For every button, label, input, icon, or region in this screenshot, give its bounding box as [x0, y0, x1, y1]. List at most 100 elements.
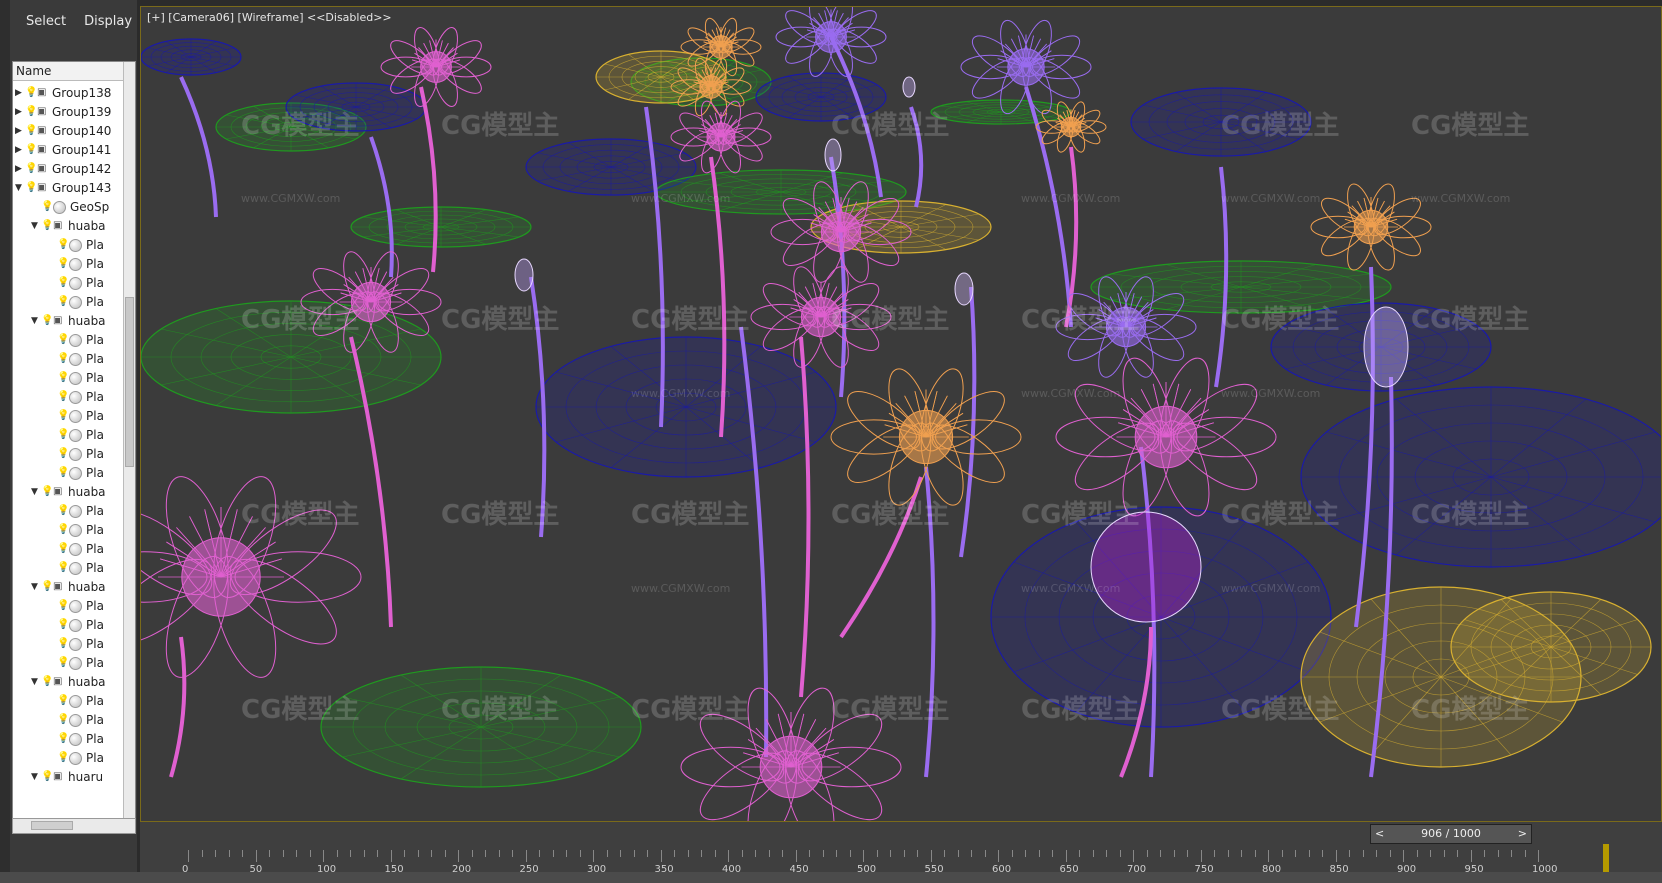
visibility-bulb-icon[interactable]: 💡 — [57, 277, 69, 289]
current-frame-marker[interactable] — [1603, 844, 1609, 872]
tree-row[interactable]: 💡 Pla — [47, 539, 104, 559]
tree-row[interactable]: 💡 Pla — [47, 444, 104, 464]
expand-right-icon[interactable]: ▶ — [15, 107, 25, 117]
visibility-bulb-icon[interactable]: 💡 — [57, 752, 69, 764]
expand-right-icon[interactable]: ▶ — [15, 126, 25, 136]
expand-down-icon[interactable]: ▼ — [31, 316, 41, 326]
column-header-name[interactable]: Name — [13, 62, 135, 81]
visibility-bulb-icon[interactable]: 💡 — [25, 182, 37, 194]
ruler-tick — [309, 850, 311, 857]
visibility-bulb-icon[interactable]: 💡 — [57, 410, 69, 422]
visibility-bulb-icon[interactable]: 💡 — [57, 562, 69, 574]
tree-row[interactable]: 💡 Pla — [47, 292, 104, 312]
expand-down-icon[interactable]: ▼ — [31, 582, 41, 592]
camera-viewport[interactable]: [+] [Camera06] [Wireframe] <<Disabled>> … — [140, 6, 1662, 822]
tree-row[interactable]: ▶ 💡 ▣ Group141 — [15, 140, 111, 160]
tree-row[interactable]: 💡 GeoSp — [31, 197, 109, 217]
visibility-bulb-icon[interactable]: 💡 — [25, 144, 37, 156]
expand-right-icon[interactable]: ▶ — [15, 145, 25, 155]
next-frame-button[interactable]: > — [1518, 825, 1527, 843]
tree-row[interactable]: 💡 Pla — [47, 520, 104, 540]
tree-row[interactable]: 💡 Pla — [47, 653, 104, 673]
expand-down-icon[interactable]: ▼ — [31, 487, 41, 497]
tree-row[interactable]: 💡 Pla — [47, 634, 104, 654]
expand-down-icon[interactable]: ▼ — [31, 677, 41, 687]
tree-row[interactable]: 💡 Pla — [47, 558, 104, 578]
visibility-bulb-icon[interactable]: 💡 — [25, 106, 37, 118]
display-menu[interactable]: Display — [84, 8, 132, 38]
expand-down-icon[interactable]: ▼ — [31, 772, 41, 782]
prev-frame-button[interactable]: < — [1375, 825, 1384, 843]
hscroll-thumb[interactable] — [31, 821, 73, 830]
expand-right-icon[interactable]: ▶ — [15, 164, 25, 174]
visibility-bulb-icon[interactable]: 💡 — [41, 315, 53, 327]
tree-row[interactable]: 💡 Pla — [47, 254, 104, 274]
visibility-bulb-icon[interactable]: 💡 — [57, 239, 69, 251]
tree-row[interactable]: 💡 Pla — [47, 330, 104, 350]
visibility-bulb-icon[interactable]: 💡 — [57, 505, 69, 517]
tree-row[interactable]: ▼ 💡 ▣ huaba — [31, 482, 106, 502]
visibility-bulb-icon[interactable]: 💡 — [41, 201, 53, 213]
time-slider[interactable]: < 906 / 1000 > — [1370, 824, 1532, 844]
tree-row[interactable]: ▶ 💡 ▣ Group140 — [15, 121, 111, 141]
visibility-bulb-icon[interactable]: 💡 — [41, 771, 53, 783]
tree-row[interactable]: 💡 Pla — [47, 710, 104, 730]
visibility-bulb-icon[interactable]: 💡 — [57, 714, 69, 726]
tree-row[interactable]: 💡 Pla — [47, 463, 104, 483]
visibility-bulb-icon[interactable]: 💡 — [57, 695, 69, 707]
visibility-bulb-icon[interactable]: 💡 — [57, 733, 69, 745]
tree-row[interactable]: 💡 Pla — [47, 273, 104, 293]
visibility-bulb-icon[interactable]: 💡 — [57, 391, 69, 403]
tree-row[interactable]: 💡 Pla — [47, 748, 104, 768]
select-menu[interactable]: Select — [26, 8, 66, 38]
expand-right-icon[interactable]: ▶ — [15, 88, 25, 98]
tree-row[interactable]: 💡 Pla — [47, 691, 104, 711]
tree-row[interactable]: 💡 Pla — [47, 235, 104, 255]
tree-row[interactable]: ▶ 💡 ▣ Group138 — [15, 83, 111, 103]
expand-down-icon[interactable]: ▼ — [31, 221, 41, 231]
visibility-bulb-icon[interactable]: 💡 — [57, 657, 69, 669]
tree-row[interactable]: 💡 Pla — [47, 425, 104, 445]
visibility-bulb-icon[interactable]: 💡 — [57, 258, 69, 270]
visibility-bulb-icon[interactable]: 💡 — [57, 429, 69, 441]
tree-vertical-scrollbar[interactable] — [123, 62, 135, 819]
visibility-bulb-icon[interactable]: 💡 — [57, 372, 69, 384]
tree-row[interactable]: 💡 Pla — [47, 501, 104, 521]
tree-row[interactable]: ▶ 💡 ▣ Group139 — [15, 102, 111, 122]
visibility-bulb-icon[interactable]: 💡 — [41, 486, 53, 498]
visibility-bulb-icon[interactable]: 💡 — [41, 581, 53, 593]
visibility-bulb-icon[interactable]: 💡 — [57, 353, 69, 365]
tree-row[interactable]: 💡 Pla — [47, 615, 104, 635]
visibility-bulb-icon[interactable]: 💡 — [57, 619, 69, 631]
visibility-bulb-icon[interactable]: 💡 — [41, 676, 53, 688]
visibility-bulb-icon[interactable]: 💡 — [57, 524, 69, 536]
tree-row[interactable]: 💡 Pla — [47, 387, 104, 407]
tree-row[interactable]: ▼ 💡 ▣ huaba — [31, 577, 106, 597]
tree-row[interactable]: ▼ 💡 ▣ huaba — [31, 311, 106, 331]
tree-row[interactable]: 💡 Pla — [47, 729, 104, 749]
visibility-bulb-icon[interactable]: 💡 — [57, 334, 69, 346]
visibility-bulb-icon[interactable]: 💡 — [57, 467, 69, 479]
visibility-bulb-icon[interactable]: 💡 — [57, 448, 69, 460]
tree-row[interactable]: 💡 Pla — [47, 349, 104, 369]
timeline-ruler[interactable]: 0 50 100 150 200 250 300 350 400 450 500 550 600 650 7… — [182, 844, 1662, 875]
tree-row[interactable]: ▼ 💡 ▣ huaba — [31, 672, 106, 692]
visibility-bulb-icon[interactable]: 💡 — [57, 296, 69, 308]
visibility-bulb-icon[interactable]: 💡 — [57, 600, 69, 612]
visibility-bulb-icon[interactable]: 💡 — [57, 638, 69, 650]
visibility-bulb-icon[interactable]: 💡 — [25, 163, 37, 175]
visibility-bulb-icon[interactable]: 💡 — [41, 220, 53, 232]
tree-row[interactable]: ▼ 💡 ▣ huaba — [31, 216, 106, 236]
tree-row[interactable]: 💡 Pla — [47, 406, 104, 426]
tree-row[interactable]: ▼ 💡 ▣ huaru — [31, 767, 103, 787]
visibility-bulb-icon[interactable]: 💡 — [25, 87, 37, 99]
tree-horizontal-scrollbar[interactable] — [12, 818, 136, 834]
visibility-bulb-icon[interactable]: 💡 — [25, 125, 37, 137]
scrollbar-thumb[interactable] — [125, 297, 134, 467]
tree-row[interactable]: ▶ 💡 ▣ Group142 — [15, 159, 111, 179]
tree-row[interactable]: ▼ 💡 ▣ Group143 — [15, 178, 111, 198]
expand-down-icon[interactable]: ▼ — [15, 183, 25, 193]
visibility-bulb-icon[interactable]: 💡 — [57, 543, 69, 555]
tree-row[interactable]: 💡 Pla — [47, 368, 104, 388]
tree-row[interactable]: 💡 Pla — [47, 596, 104, 616]
